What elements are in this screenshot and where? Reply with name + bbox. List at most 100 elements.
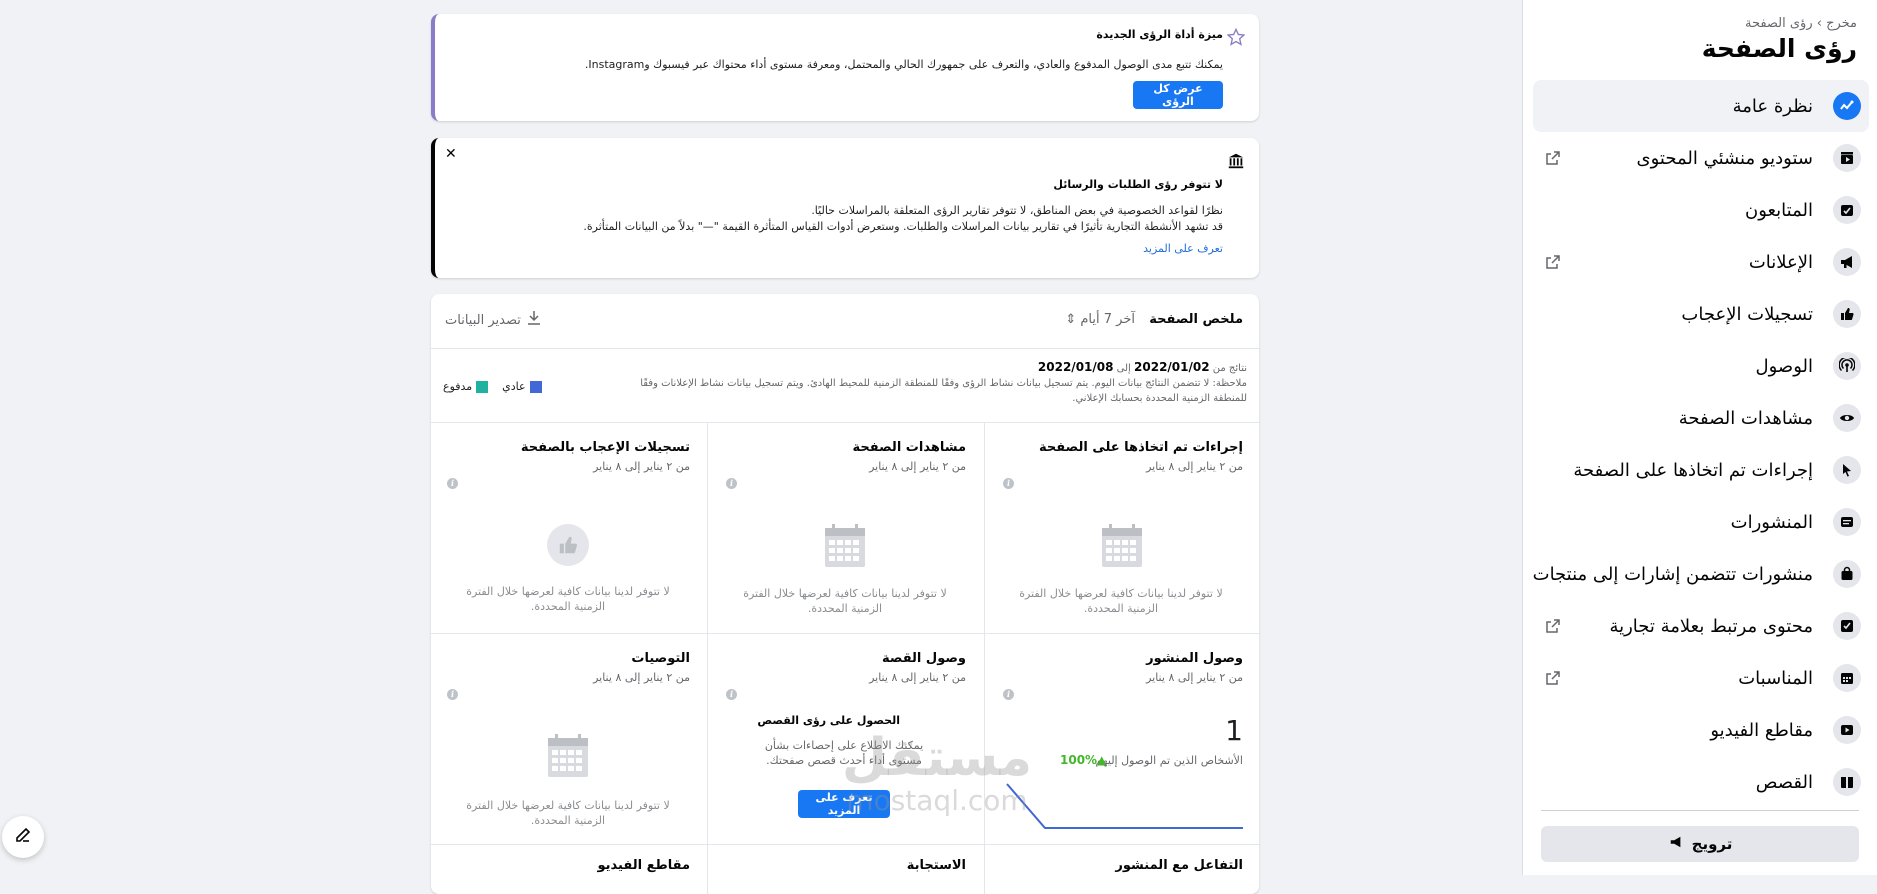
sidebar-item-label: مشاهدات الصفحة bbox=[1678, 407, 1813, 429]
story-insights-text: يمكنك الاطلاع على إحصاءات بشأن مستوى أدا… bbox=[764, 739, 924, 767]
sidebar-item-posts[interactable]: المنشورات bbox=[1533, 496, 1869, 548]
legend-paid-label: مدفوع bbox=[443, 380, 473, 393]
sidebar-item-events[interactable]: المناسبات bbox=[1533, 652, 1869, 704]
sidebar: مخرج › رؤى الصفحة رؤى الصفحة نظرة عامة س… bbox=[1522, 0, 1877, 875]
sidebar-item-label: الوصول bbox=[1755, 355, 1813, 377]
grid-divider bbox=[707, 422, 708, 894]
new-insights-banner: ميزة أداة الرؤى الجديدة يمكنك تتبع مدى ا… bbox=[431, 14, 1259, 121]
export-label: تصدير البيانات bbox=[445, 312, 521, 328]
legend-paid: مدفوع bbox=[443, 380, 489, 393]
calendar-icon bbox=[1833, 664, 1861, 692]
sidebar-item-creator-studio[interactable]: ستوديو منشئي المحتوى bbox=[1533, 132, 1869, 184]
date-range: من ٢ يناير إلى ٨ يناير bbox=[593, 460, 690, 473]
info-icon[interactable]: i bbox=[726, 478, 737, 489]
legend-paid-swatch bbox=[476, 381, 489, 393]
info-icon[interactable]: i bbox=[447, 689, 458, 700]
legend: عادي مدفوع bbox=[443, 380, 542, 393]
external-link-icon bbox=[1543, 252, 1563, 272]
followers-icon bbox=[1833, 196, 1861, 224]
banner-title: ميزة أداة الرؤى الجديدة bbox=[1096, 28, 1223, 41]
videos-title: مقاطع الفيديو bbox=[597, 858, 690, 873]
period-selector[interactable]: آخر 7 أيام ⇕ bbox=[1065, 312, 1135, 327]
post-reach-title: وصول المنشور bbox=[1146, 651, 1243, 666]
sidebar-item-videos[interactable]: مقاطع الفيديو bbox=[1533, 704, 1869, 756]
breadcrumb[interactable]: مخرج › رؤى الصفحة bbox=[1745, 16, 1857, 31]
export-data-button[interactable]: تصدير البيانات bbox=[445, 310, 541, 330]
calendar-icon bbox=[1102, 524, 1142, 567]
calendar-icon bbox=[825, 524, 865, 567]
sidebar-nav: نظرة عامة ستوديو منشئي المحتوى المتابعون bbox=[1533, 80, 1869, 808]
clapper-icon bbox=[1833, 144, 1861, 172]
legend-organic: عادي bbox=[502, 380, 542, 393]
book-icon bbox=[1833, 768, 1861, 796]
view-all-insights-button[interactable]: عرض كل الرؤى bbox=[1133, 81, 1223, 109]
info-icon[interactable]: i bbox=[726, 689, 737, 700]
promote-label: ترويج bbox=[1691, 835, 1733, 853]
story-learn-more-button[interactable]: تعرف على المزيد bbox=[798, 790, 890, 818]
banner-text-line2: قد تشهد الأنشطة التجارية تأثيرًا في تقار… bbox=[583, 220, 1223, 233]
sidebar-item-label: إجراءات تم اتخاذها على الصفحة bbox=[1573, 459, 1813, 481]
sidebar-item-overview[interactable]: نظرة عامة bbox=[1533, 80, 1869, 132]
sidebar-item-page-views[interactable]: مشاهدات الصفحة bbox=[1533, 392, 1869, 444]
page-views-title: مشاهدات الصفحة bbox=[852, 440, 966, 455]
sidebar-item-reach[interactable]: الوصول bbox=[1533, 340, 1869, 392]
post-reach-sparkline bbox=[1006, 783, 1243, 829]
edit-icon bbox=[14, 826, 32, 848]
legend-organic-swatch bbox=[529, 381, 542, 393]
sidebar-item-label: محتوى مرتبط بعلامة تجارية bbox=[1609, 615, 1813, 637]
grid-divider bbox=[431, 633, 1259, 634]
empty-message: لا تتوفر لدينا بيانات كافية لعرضها خلال … bbox=[1019, 587, 1223, 615]
posts-icon bbox=[1833, 508, 1861, 536]
external-link-icon bbox=[1543, 668, 1563, 688]
page-likes-title: تسجيلات الإعجاب بالصفحة bbox=[520, 440, 690, 455]
sidebar-item-product-tags[interactable]: منشورات تتضمن إشارات إلى منتجات bbox=[1533, 548, 1869, 600]
info-icon[interactable]: i bbox=[1003, 478, 1014, 489]
responsiveness-title: الاستجابة bbox=[906, 858, 966, 873]
date-from: 2022/01/02 bbox=[1134, 360, 1210, 374]
date-range: من ٢ يناير إلى ٨ يناير bbox=[1146, 460, 1243, 473]
grid-divider bbox=[431, 422, 1259, 423]
post-reach-desc: الأشخاص الذين تم الوصول إليهم bbox=[1095, 754, 1243, 767]
results-range: نتائج من 2022/01/02 إلى 2022/01/08 ملاحظ… bbox=[607, 360, 1247, 406]
date-range: من ٢ يناير إلى ٨ يناير bbox=[869, 671, 966, 684]
sidebar-item-label: مقاطع الفيديو bbox=[1710, 719, 1813, 741]
sidebar-item-branded-content[interactable]: محتوى مرتبط بعلامة تجارية bbox=[1533, 600, 1869, 652]
sidebar-item-likes[interactable]: تسجيلات الإعجاب bbox=[1533, 288, 1869, 340]
story-reach-title: وصول القصة bbox=[882, 651, 966, 666]
promote-button[interactable]: ترويج bbox=[1541, 826, 1859, 862]
broadcast-icon bbox=[1833, 352, 1861, 380]
shopping-bag-icon bbox=[1833, 560, 1861, 588]
close-icon[interactable]: ✕ bbox=[445, 146, 457, 162]
sidebar-item-label: منشورات تتضمن إشارات إلى منتجات bbox=[1532, 563, 1813, 585]
play-icon bbox=[1833, 716, 1861, 744]
star-icon bbox=[1225, 26, 1247, 48]
post-reach-value: 1 bbox=[1225, 714, 1243, 747]
info-icon[interactable]: i bbox=[1003, 689, 1014, 700]
results-note: ملاحظة: لا تتضمن النتائج بيانات اليوم. ي… bbox=[640, 378, 1247, 404]
external-link-icon bbox=[1543, 148, 1563, 168]
sidebar-item-ads[interactable]: الإعلانات bbox=[1533, 236, 1869, 288]
compose-button[interactable] bbox=[2, 816, 44, 858]
info-icon[interactable]: i bbox=[447, 478, 458, 489]
summary-header: ملخص الصفحة آخر 7 أيام ⇕ تصدير البيانات bbox=[431, 294, 1259, 349]
trend-icon bbox=[1833, 92, 1861, 120]
banner-text-line1: نظرًا لقواعد الخصوصية في بعض المناطق، لا… bbox=[811, 204, 1223, 217]
learn-more-link[interactable]: تعرف على المزيد bbox=[1143, 242, 1223, 255]
sidebar-item-followers[interactable]: المتابعون bbox=[1533, 184, 1869, 236]
date-range: من ٢ يناير إلى ٨ يناير bbox=[869, 460, 966, 473]
sidebar-item-label: تسجيلات الإعجاب bbox=[1681, 303, 1813, 325]
download-icon bbox=[527, 310, 541, 330]
checklist-icon bbox=[1833, 612, 1861, 640]
banner-text: يمكنك تتبع مدى الوصول المدفوع والعادي، و… bbox=[584, 58, 1223, 71]
sidebar-divider bbox=[1541, 810, 1859, 811]
post-engagement-title: التفاعل مع المنشور bbox=[1115, 858, 1243, 873]
thumbs-up-icon bbox=[547, 524, 589, 566]
calendar-icon bbox=[548, 734, 588, 777]
story-insights-title: الحصول على رؤى القصص bbox=[757, 714, 900, 727]
sidebar-item-stories[interactable]: القصص bbox=[1533, 756, 1869, 808]
sidebar-item-label: ستوديو منشئي المحتوى bbox=[1636, 147, 1813, 169]
summary-title: ملخص الصفحة bbox=[1149, 312, 1243, 327]
empty-message: لا تتوفر لدينا بيانات كافية لعرضها خلال … bbox=[466, 799, 670, 827]
page-summary-card: ملخص الصفحة آخر 7 أيام ⇕ تصدير البيانات … bbox=[431, 294, 1259, 894]
sidebar-item-page-actions[interactable]: إجراءات تم اتخاذها على الصفحة bbox=[1533, 444, 1869, 496]
